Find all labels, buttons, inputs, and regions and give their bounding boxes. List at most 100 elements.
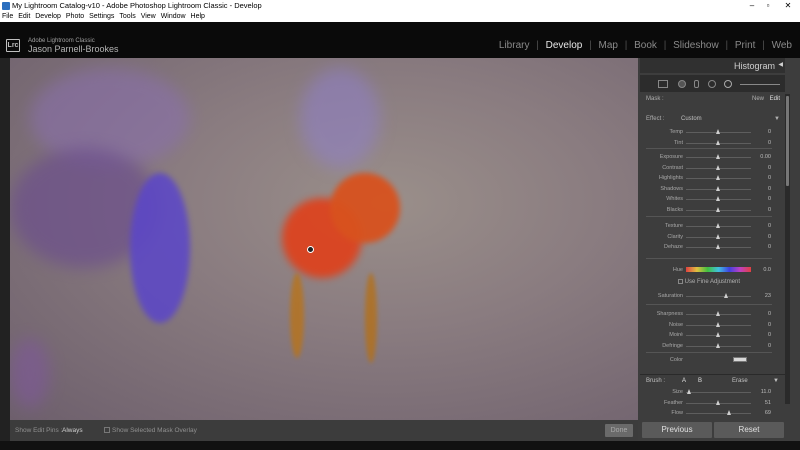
close-button[interactable]: ✕ [776,0,800,12]
brush-flow-label: Flow [671,410,683,416]
texture-row: Texture 0 [638,222,783,232]
hue-gradient-slider[interactable] [686,267,751,272]
highlights-knob[interactable] [716,175,720,180]
left-panel-collapsed[interactable] [0,58,10,441]
brush-a-button[interactable]: A [682,378,686,384]
panel-buttons: Previous Reset [640,422,800,440]
moir--value: 0 [767,332,771,338]
temp-knob[interactable] [716,129,720,134]
clarity-row: Clarity 0 [638,233,783,243]
mask-row: Mask : New Edit [646,96,780,102]
brush-flow-knob[interactable] [727,410,731,415]
brush-erase-button[interactable]: Erase [732,378,748,384]
collapse-triangle-icon[interactable]: ◀ [778,61,783,68]
sharpness-knob[interactable] [716,311,720,316]
effect-row: Effect : Custom ▼ [646,116,780,122]
brush-feather-knob[interactable] [716,400,720,405]
scrollbar-thumb[interactable] [786,96,789,186]
color-swatch[interactable] [733,357,747,362]
edit-pin[interactable] [307,246,314,253]
bee-leg-2 [365,273,377,363]
menu-window[interactable]: Window [161,12,186,22]
right-panel: Histogram ◀ Mask : New Edit Effect : Cus… [638,58,800,441]
module-develop[interactable]: Develop [546,40,583,51]
bee-head-mask [330,173,400,243]
spot-removal-icon[interactable] [678,80,686,88]
whites-value: 0 [767,196,771,202]
menu-develop[interactable]: Develop [35,12,61,22]
bg-petal-blur [300,68,380,168]
brush-size-track[interactable] [686,392,751,393]
exposure-knob[interactable] [716,154,720,159]
histogram-header[interactable]: Histogram ◀ [640,58,785,73]
blacks-knob[interactable] [716,206,720,212]
menu-tools[interactable]: Tools [119,12,135,22]
saturation-knob[interactable] [723,293,728,298]
photo-canvas[interactable] [10,58,638,420]
whites-knob[interactable] [716,196,720,201]
module-book[interactable]: Book [634,40,657,51]
highlights-label: Highlights [658,175,683,181]
menu-edit[interactable]: Edit [18,12,30,22]
section-divider [646,352,772,353]
moir--knob[interactable] [716,332,720,337]
title-bar: My Lightroom Catalog-v10 - Adobe Photosh… [0,0,800,12]
mask-overlay-checkbox[interactable] [104,427,110,433]
brush-header: Brush : A B Erase ▼ [640,374,785,385]
tint-knob[interactable] [716,139,720,145]
menu-photo[interactable]: Photo [66,12,84,22]
saturation-row: Saturation 23 [638,292,783,302]
saturation-label: Saturation [657,293,683,299]
effect-disclosure-icon[interactable]: ▼ [774,116,780,122]
shadows-knob[interactable] [716,185,720,191]
effect-preset-select[interactable]: Custom [681,116,702,122]
exposure-value: 0.00 [760,154,771,160]
module-print[interactable]: Print [735,40,756,51]
done-button[interactable]: Done [605,424,633,437]
radial-filter-icon[interactable] [724,80,732,88]
defringe-knob[interactable] [716,342,720,348]
dehaze-knob[interactable] [716,244,720,249]
saturation-track[interactable] [686,296,751,297]
menu-view[interactable]: View [141,12,156,22]
noise-knob[interactable] [716,321,720,327]
moir--label: Moiré [669,332,683,338]
brush-disclosure-icon[interactable]: ▼ [773,378,779,384]
module-web[interactable]: Web [772,40,792,51]
module-slideshow[interactable]: Slideshow [673,40,719,51]
brush-flow-value: 69 [764,410,771,416]
clarity-knob[interactable] [716,233,720,239]
fine-adjust-label: Use Fine Adjustment [684,279,741,286]
menu-file[interactable]: File [2,12,13,22]
mask-edit-button[interactable]: Edit [770,96,780,102]
red-eye-icon[interactable] [694,80,699,88]
brush-b-button[interactable]: B [698,378,702,384]
crop-tool-icon[interactable] [658,80,668,88]
menu-settings[interactable]: Settings [89,12,114,22]
sharpness-label: Sharpness [656,311,683,317]
color-label: Color [669,357,683,363]
module-map[interactable]: Map [599,40,618,51]
fine-adjust-checkbox[interactable] [678,279,683,284]
mask-overlay-label: Show Selected Mask Overlay [112,427,197,434]
filmstrip-collapsed[interactable] [0,441,800,450]
texture-knob[interactable] [716,223,720,228]
show-edit-pins-select[interactable]: Always [62,427,83,434]
hue-row: Hue 0.0 [638,266,783,276]
menu-help[interactable]: Help [191,12,205,22]
contrast-knob[interactable] [716,164,720,170]
brush-size-knob[interactable] [687,389,691,394]
graduated-filter-icon[interactable] [708,80,716,88]
exposure-label: Exposure [659,154,683,160]
mask-new-button[interactable]: New [752,96,764,102]
brush-tool-icon[interactable] [740,84,780,85]
contrast-value: 0 [767,164,771,171]
module-library[interactable]: Library [499,40,530,51]
brush-flow-track[interactable] [686,413,751,414]
lrc-logo: Lrc [6,39,20,52]
panel-scrollbar[interactable] [785,94,790,404]
identity-plate: Lrc Adobe Lightroom Classic Jason Parnel… [0,22,800,58]
previous-button[interactable]: Previous [642,422,712,438]
reset-button[interactable]: Reset [714,422,784,438]
brush-feather-value: 51 [764,400,771,406]
